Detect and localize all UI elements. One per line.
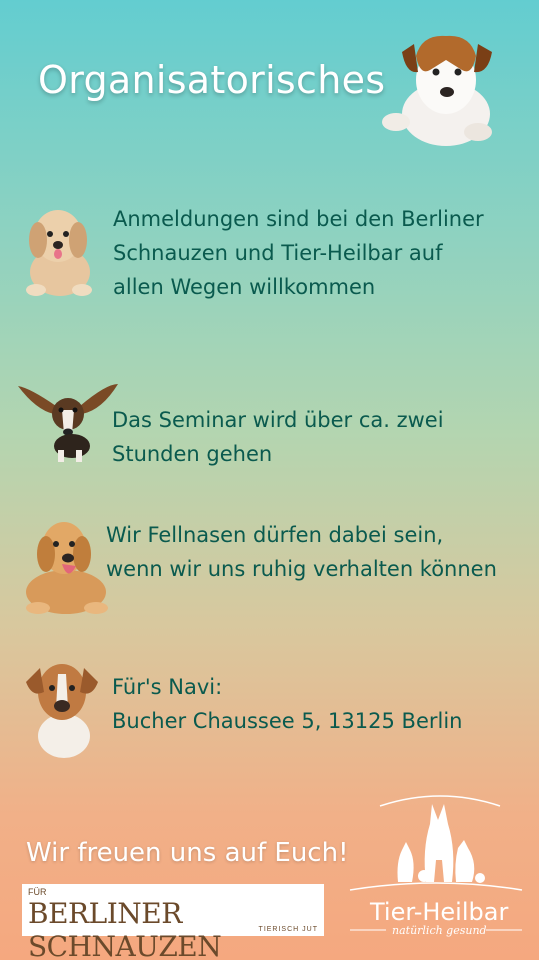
- fluffy-puppy-icon: [26, 210, 92, 296]
- info-line: Wir Fellnasen dürfen dabei sein,: [106, 523, 444, 547]
- flyer-page: Organisatorisches Anmeldungen sind bei d…: [0, 0, 539, 960]
- boxer-puppy-icon: [26, 664, 98, 758]
- logo-name: Tier-Heilbar: [370, 898, 509, 926]
- info-line: Bucher Chaussee 5, 13125 Berlin: [112, 709, 463, 733]
- golden-retriever-icon: [26, 522, 108, 614]
- info-line: Das Seminar wird über ca. zwei: [112, 408, 444, 432]
- info-line: Schnauzen und Tier-Heilbar auf: [113, 241, 443, 265]
- info-line: allen Wegen willkommen: [113, 275, 376, 299]
- logo-prefix: FÜR: [28, 887, 47, 897]
- info-line: Anmeldungen sind bei den Berliner: [113, 207, 484, 231]
- logo-tagline: natürlich gesund: [392, 924, 487, 937]
- info-line: Für's Navi:: [112, 675, 223, 699]
- info-item-address: Für's Navi: Bucher Chaussee 5, 13125 Ber…: [112, 670, 462, 738]
- tier-heilbar-logo: Tier-Heilbar natürlich gesund: [340, 790, 532, 940]
- info-item-duration: Das Seminar wird über ca. zwei Stunden g…: [112, 403, 444, 471]
- page-title: Organisatorisches: [38, 58, 386, 102]
- info-item-dogs-welcome: Wir Fellnasen dürfen dabei sein, wenn wi…: [106, 518, 497, 586]
- jack-russell-dog-icon: [382, 35, 492, 146]
- info-line: wenn wir uns ruhig verhalten können: [106, 557, 497, 581]
- footer-greeting: Wir freuen uns auf Euch!: [26, 838, 349, 868]
- basset-hound-icon: [18, 384, 118, 462]
- logo-subtitle: TIERISCH JUT: [258, 926, 318, 933]
- info-item-registration: Anmeldungen sind bei den Berliner Schnau…: [113, 202, 484, 304]
- berliner-schnauzen-logo: FÜR BERLINER SCHNAUZEN TIERISCH JUT: [22, 884, 324, 960]
- info-line: Stunden gehen: [112, 442, 273, 466]
